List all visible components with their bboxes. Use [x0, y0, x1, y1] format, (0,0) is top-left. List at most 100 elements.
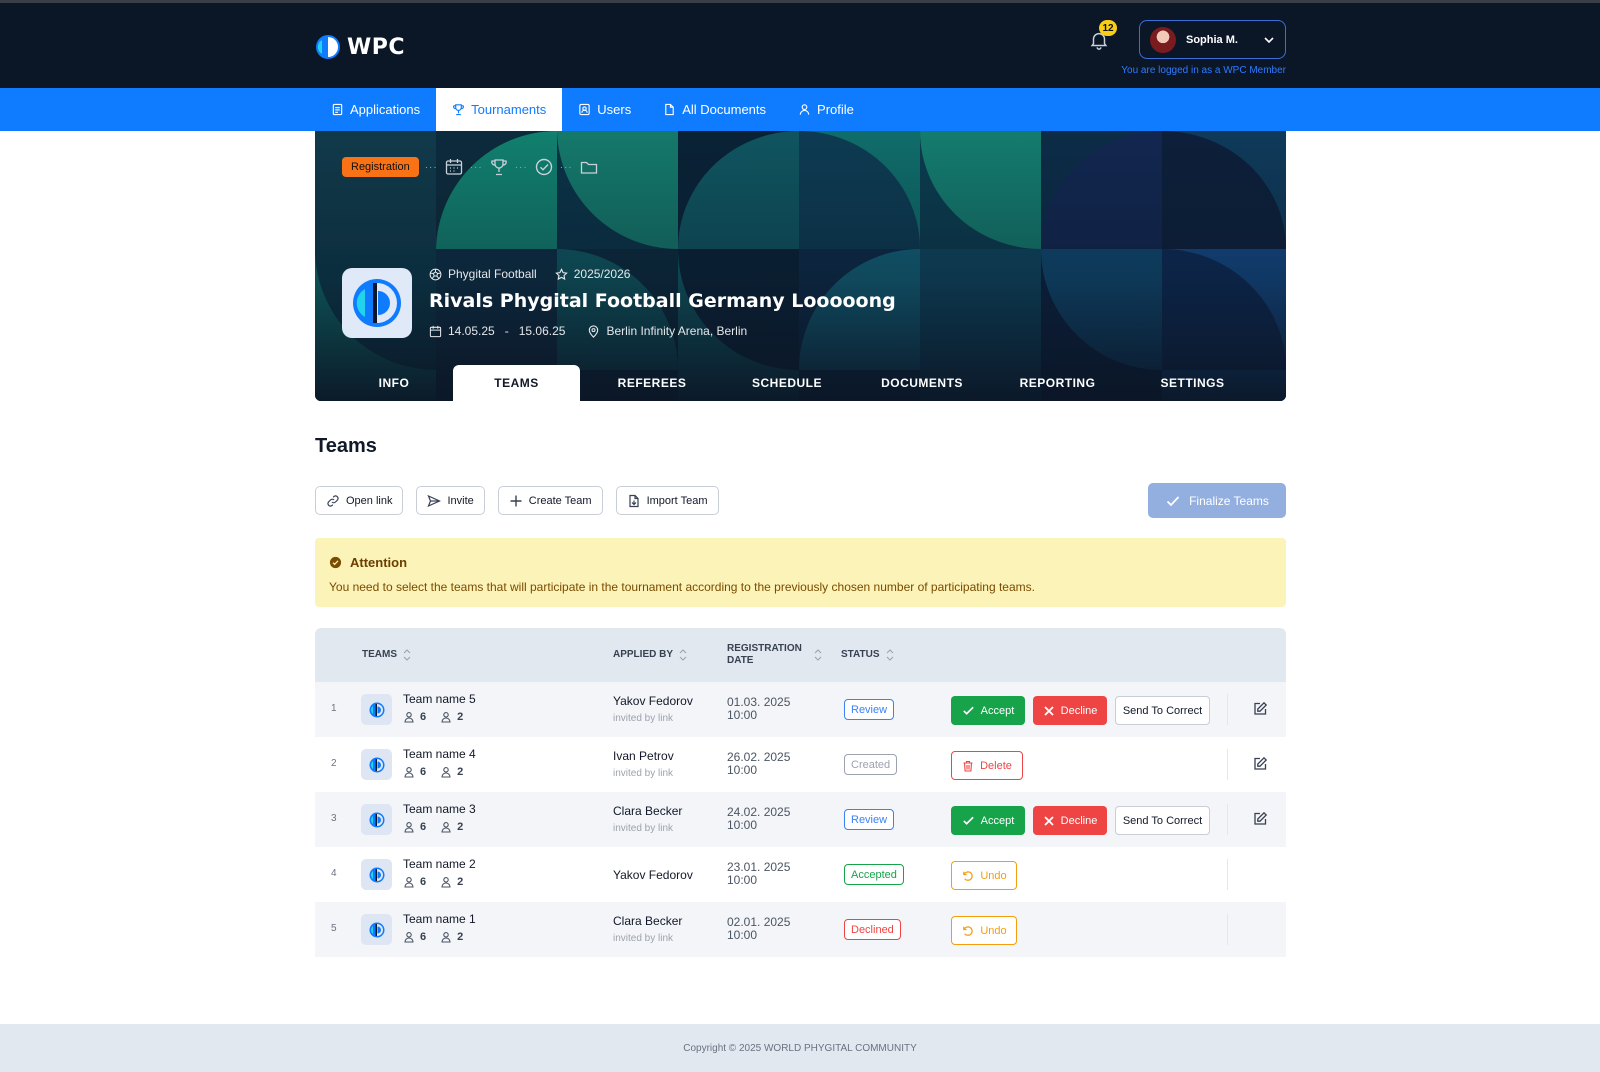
- button-label: Accept: [980, 704, 1015, 717]
- applied-by-note: invited by link: [613, 713, 674, 724]
- location-pin-icon: [589, 324, 599, 338]
- edit-icon[interactable]: [1252, 811, 1268, 827]
- sort-icon: [886, 649, 893, 661]
- invite-button[interactable]: Invite: [416, 486, 485, 515]
- person-icon: [441, 932, 451, 943]
- count-value: 6: [420, 766, 427, 778]
- tab-teams[interactable]: TEAMS: [453, 365, 580, 401]
- decline-button[interactable]: Decline: [1033, 696, 1107, 725]
- stage-registration-pill[interactable]: Registration: [342, 157, 419, 177]
- import-team-button[interactable]: Import Team: [615, 486, 719, 515]
- user-name: Sophia M.: [1186, 33, 1238, 46]
- column-applied-by[interactable]: APPLIED BY: [613, 628, 687, 682]
- team-logo: [361, 749, 392, 780]
- column-status[interactable]: STATUS: [841, 628, 894, 682]
- tab-settings[interactable]: SETTINGS: [1121, 365, 1264, 401]
- tab-referees[interactable]: REFEREES: [580, 365, 724, 401]
- team-logo-icon: [369, 702, 384, 717]
- decline-button[interactable]: Decline: [1033, 806, 1107, 835]
- count-value: 6: [420, 876, 427, 888]
- table-row[interactable]: 5 Team name 1 6 2 Clara Becker invited b…: [315, 902, 1286, 957]
- time-value: 10:00: [727, 763, 758, 777]
- open-link-button[interactable]: Open link: [315, 486, 404, 515]
- link-icon: [327, 494, 339, 507]
- send-to-correct-button[interactable]: Send To Correct: [1115, 806, 1210, 835]
- accept-button[interactable]: Accept: [951, 696, 1025, 725]
- nav-label: Users: [597, 102, 632, 117]
- nav-item-all-documents[interactable]: All Documents: [647, 88, 782, 131]
- team-name[interactable]: Team name 2: [403, 857, 476, 871]
- column-label: TEAMS: [362, 649, 397, 660]
- date-range: 14.05.25 - 15.06.25: [429, 324, 565, 338]
- players-count: 6: [403, 876, 426, 888]
- undo-icon: [963, 871, 974, 881]
- button-label: Undo: [980, 924, 1007, 937]
- column-teams[interactable]: TEAMS: [362, 628, 411, 682]
- tab-info[interactable]: INFO: [335, 365, 453, 401]
- date-value: 24.02. 2025: [727, 805, 791, 819]
- trophy-icon[interactable]: [489, 157, 509, 177]
- folder-icon[interactable]: [579, 157, 599, 177]
- edit-icon[interactable]: [1252, 756, 1268, 772]
- undo-button[interactable]: Undo: [951, 861, 1017, 890]
- check-circle-icon[interactable]: [534, 157, 554, 177]
- table-row[interactable]: 1 Team name 5 6 2 Yakov Fedorov invited …: [315, 682, 1286, 737]
- edit-icon[interactable]: [1252, 701, 1268, 717]
- applied-by: Yakov Fedorov: [613, 694, 693, 708]
- nav-item-users[interactable]: Users: [562, 88, 647, 131]
- sort-icon: [814, 649, 822, 661]
- send-to-correct-button[interactable]: Send To Correct: [1115, 696, 1210, 725]
- user-menu[interactable]: Sophia M.: [1139, 20, 1286, 59]
- date-value: 02.01. 2025: [727, 915, 791, 929]
- team-logo: [361, 804, 392, 835]
- nav-item-profile[interactable]: Profile: [782, 88, 870, 131]
- location-name: Berlin Infinity Arena, Berlin: [606, 324, 748, 338]
- team-logo-icon: [369, 812, 384, 827]
- delete-button[interactable]: Delete: [951, 751, 1023, 780]
- table-row[interactable]: 4 Team name 2 6 2 Yakov Fedorov 23.01. 2…: [315, 847, 1286, 902]
- button-label: Decline: [1060, 814, 1098, 827]
- team-name[interactable]: Team name 4: [403, 747, 476, 761]
- tab-documents[interactable]: DOCUMENTS: [850, 365, 994, 401]
- team-name[interactable]: Team name 1: [403, 912, 476, 926]
- finalize-teams-button[interactable]: Finalize Teams: [1148, 483, 1286, 518]
- tournament-dates-location: 14.05.25 - 15.06.25 Berlin Infinity Aren…: [429, 324, 747, 338]
- notification-count-badge: 12: [1099, 20, 1117, 36]
- players-count: 6: [403, 931, 426, 943]
- date-value: 23.01. 2025: [727, 860, 791, 874]
- applied-by-note: invited by link: [613, 823, 674, 834]
- file-import-icon: [628, 494, 639, 507]
- accept-button[interactable]: Accept: [951, 806, 1025, 835]
- check-icon: [1166, 495, 1180, 506]
- registration-date: 01.03. 2025 10:00: [727, 696, 790, 722]
- table-row[interactable]: 2 Team name 4 6 2 Ivan Petrov invited by…: [315, 737, 1286, 792]
- staff-count: 2: [440, 711, 463, 723]
- tab-reporting[interactable]: REPORTING: [994, 365, 1121, 401]
- team-name[interactable]: Team name 3: [403, 802, 476, 816]
- copyright: Copyright © 2025 WORLD PHYGITAL COMMUNIT…: [683, 1042, 917, 1054]
- nav-item-tournaments[interactable]: Tournaments: [436, 88, 563, 131]
- table-row[interactable]: 3 Team name 3 6 2 Clara Becker invited b…: [315, 792, 1286, 847]
- logged-in-note: You are logged in as a WPC Member: [1121, 65, 1286, 76]
- team-name[interactable]: Team name 5: [403, 692, 476, 706]
- nav-label: Profile: [817, 102, 854, 117]
- calendar-icon[interactable]: [444, 157, 464, 177]
- column-registration-date[interactable]: REGISTRATION DATE: [727, 628, 822, 682]
- tab-schedule[interactable]: SCHEDULE: [724, 365, 850, 401]
- staff-count: 2: [440, 766, 463, 778]
- create-team-button[interactable]: Create Team: [497, 486, 603, 515]
- undo-button[interactable]: Undo: [951, 916, 1017, 945]
- sort-icon: [403, 649, 411, 661]
- brand-logo[interactable]: WPC: [315, 34, 405, 60]
- nav-item-applications[interactable]: Applications: [315, 88, 436, 131]
- sport-name: Phygital Football: [448, 267, 537, 281]
- check-icon: [962, 816, 974, 825]
- chevron-down-icon: [1264, 36, 1274, 43]
- person-icon: [441, 712, 451, 723]
- stage-connector: ···: [469, 161, 483, 173]
- column-label: REGISTRATION DATE: [727, 643, 802, 667]
- calendar-icon: [429, 325, 442, 337]
- stage-connector: ···: [559, 161, 573, 173]
- registration-date: 26.02. 2025 10:00: [727, 751, 790, 777]
- applied-by-note: invited by link: [613, 768, 674, 779]
